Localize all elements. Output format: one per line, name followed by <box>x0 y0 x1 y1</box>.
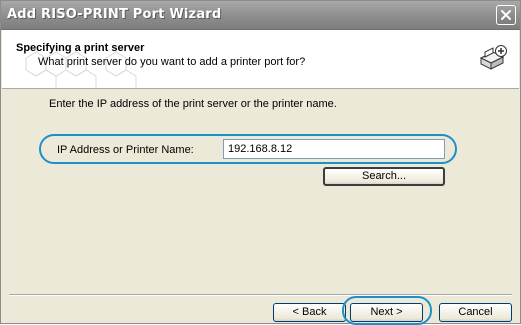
cancel-button[interactable]: Cancel <box>439 303 512 322</box>
wizard-header: Specifying a print server What print ser… <box>2 30 519 89</box>
footer-separator <box>9 294 512 296</box>
printer-add-icon <box>479 45 507 70</box>
close-button[interactable] <box>496 5 516 25</box>
header-subtitle: What print server do you want to add a p… <box>38 56 306 68</box>
window-title: Add RISO-PRINT Port Wizard <box>7 7 222 22</box>
header-title: Specifying a print server <box>16 42 145 54</box>
back-button[interactable]: < Back <box>273 303 346 322</box>
next-button[interactable]: Next > <box>350 303 423 322</box>
ip-address-input[interactable]: 192.168.8.12 <box>223 139 445 159</box>
wizard-window: Add RISO-PRINT Port Wizard Specifying a … <box>0 0 521 325</box>
ip-address-label: IP Address or Printer Name: <box>57 144 194 156</box>
search-button[interactable]: Search... <box>323 167 445 186</box>
title-bar[interactable]: Add RISO-PRINT Port Wizard <box>1 1 520 30</box>
close-icon <box>501 10 511 20</box>
instruction-text: Enter the IP address of the print server… <box>49 98 337 110</box>
